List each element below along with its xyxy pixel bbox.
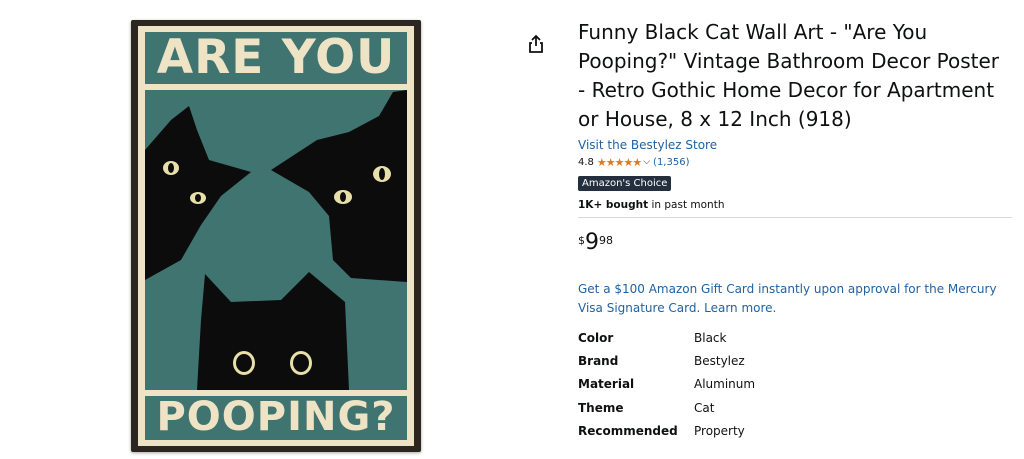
chevron-down-icon[interactable]: ⌵	[643, 157, 650, 167]
spec-value: Aluminum	[694, 377, 756, 392]
amazons-choice-badge[interactable]: Amazon's Choice	[578, 176, 672, 191]
product-details: Funny Black Cat Wall Art - "Are You Poop…	[578, 18, 1012, 447]
rating-value: 4.8	[578, 156, 594, 168]
bought-count: 1K+ bought in past month	[578, 199, 1012, 211]
spec-value: Property	[694, 423, 745, 438]
price-symbol: $	[578, 234, 585, 247]
product-image[interactable]: ARE YOU POOPING?	[131, 20, 421, 452]
bought-bold: 1K+ bought	[578, 199, 649, 211]
poster-top-text: ARE YOU	[156, 30, 396, 85]
rating-row[interactable]: 4.8 ★★★★★ ⌵ (1,356)	[578, 155, 1012, 169]
spec-value: Cat	[694, 400, 715, 415]
spec-row: Brand Bestylez	[578, 354, 1012, 377]
spec-table: Color Black Brand Bestylez Material Alum…	[578, 331, 1012, 447]
spec-label: Brand	[578, 354, 619, 369]
spec-value: Black	[694, 331, 727, 345]
promo-link[interactable]: Get a $100 Amazon Gift Card instantly up…	[578, 280, 1012, 318]
spec-row: Color Black	[578, 331, 1012, 354]
star-rating-icon[interactable]: ★★★★★	[597, 156, 642, 169]
price-fraction: 98	[599, 234, 613, 247]
product-title: Funny Black Cat Wall Art - "Are You Poop…	[578, 20, 1000, 131]
spec-label: Recommended	[578, 423, 678, 438]
spec-row: Recommended Property	[578, 424, 1012, 447]
rating-count-link[interactable]: (1,356)	[653, 157, 689, 168]
poster-image: ARE YOU POOPING?	[131, 20, 421, 452]
store-link[interactable]: Visit the Bestylez Store	[578, 138, 1012, 152]
share-icon	[529, 34, 543, 53]
spec-label: Theme	[578, 400, 624, 415]
spec-label: Material	[578, 377, 635, 392]
spec-label: Color	[578, 331, 614, 345]
spec-row: Theme Cat	[578, 401, 1012, 424]
poster-bottom-text: POOPING?	[156, 394, 396, 440]
share-button[interactable]	[525, 33, 547, 55]
bought-rest: in past month	[648, 199, 725, 211]
spec-row: Material Aluminum	[578, 377, 1012, 400]
spec-value: Bestylez	[694, 354, 745, 369]
price: $ 9 98	[578, 232, 1012, 254]
divider	[578, 217, 1012, 218]
price-whole: 9	[585, 230, 599, 255]
